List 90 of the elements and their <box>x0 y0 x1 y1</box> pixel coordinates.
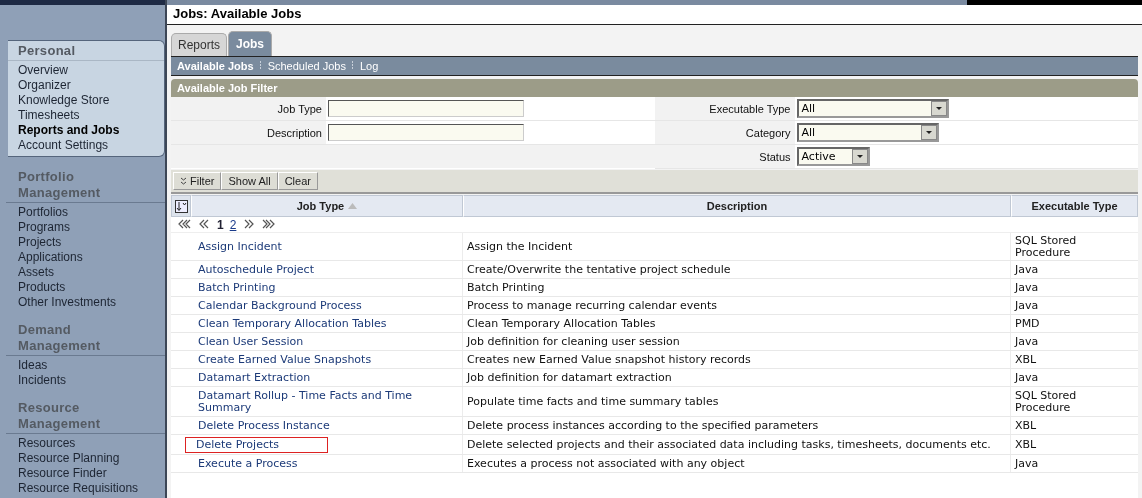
previous-page-icon[interactable] <box>197 218 211 229</box>
sidebar-link[interactable]: Resource Planning <box>6 451 165 466</box>
table-cell: Delete selected projects and their associated data including tasks, timesheets, documents etc. <box>467 439 991 451</box>
sidebar-link[interactable]: Other Investments <box>6 295 165 310</box>
toolbar-button[interactable]: Clear <box>277 172 318 190</box>
caret-icon <box>934 106 943 111</box>
table-cell: Job definition for datamart extraction <box>467 372 672 384</box>
table-cell: Java <box>1015 458 1039 470</box>
table-cell: Assign the Incident <box>467 241 573 253</box>
job-link[interactable]: Datamart Rollup - Time Facts and Time Summary <box>195 389 458 415</box>
separator-icon <box>259 61 262 69</box>
job-link[interactable]: Execute a Process <box>195 457 301 471</box>
job-link[interactable]: Assign Incident <box>195 240 285 254</box>
sidebar-link[interactable]: Resource Finder <box>6 466 165 481</box>
field-label: Executable Type <box>654 97 795 120</box>
table-cell: Executes a process not associated with any object <box>467 458 745 470</box>
job-link[interactable]: Clean User Session <box>195 335 307 349</box>
dropdown[interactable]: All <box>796 123 939 142</box>
field-label: Category <box>654 121 795 144</box>
chevron-down-icon <box>180 177 187 185</box>
caret-icon <box>855 154 864 159</box>
toolbar-button[interactable]: Filter <box>173 172 222 190</box>
table-cell-text: SQL Stored Procedure <box>1015 390 1078 414</box>
sidebar-link[interactable]: Timesheets <box>8 108 164 123</box>
filter-header: Available Job Filter <box>171 79 1138 97</box>
table-cell: Java <box>1015 336 1039 348</box>
column-header[interactable]: Description <box>463 195 1011 217</box>
sidebar-link[interactable]: Incidents <box>6 373 165 388</box>
sidebar-link[interactable]: Overview <box>8 63 164 78</box>
table-cell: Creates new Earned Value snapshot history records <box>467 354 751 366</box>
job-link[interactable]: Datamart Extraction <box>195 371 314 385</box>
table-cell: Delete process instances according to the specified parameters <box>467 420 819 432</box>
section-heading: Portfolio Management <box>6 169 165 203</box>
sidebar-link[interactable]: Ideas <box>6 358 165 373</box>
table-cell: Populate time facts and time summary tables <box>467 396 719 408</box>
job-link[interactable]: Delete Projects <box>185 437 328 453</box>
sort-arrow-icon <box>174 199 188 213</box>
job-link[interactable]: Calendar Background Process <box>195 299 365 313</box>
column-header[interactable]: Job Type <box>191 195 463 217</box>
input-field[interactable] <box>328 100 524 117</box>
column-options-button[interactable] <box>171 195 191 217</box>
sidebar-link[interactable]: Knowledge Store <box>8 93 164 108</box>
field-label: Job Type <box>171 97 326 120</box>
dropdown[interactable]: Active <box>796 147 870 166</box>
sidebar-link[interactable]: Resources <box>6 436 165 451</box>
table-cell: PMD <box>1015 318 1040 330</box>
sidebar-link[interactable]: Organizer <box>8 78 164 93</box>
sidebar-link[interactable]: Assets <box>6 265 165 280</box>
first-page-icon[interactable] <box>177 218 191 229</box>
table-cell: Java <box>1015 300 1039 312</box>
sidebar-link[interactable]: Reports and Jobs <box>8 123 164 138</box>
sidebar-link[interactable]: Programs <box>6 220 165 235</box>
table-cell: Java <box>1015 372 1039 384</box>
table-cell: Java <box>1015 264 1039 276</box>
page-link[interactable]: 2 <box>229 217 237 232</box>
section-heading: Personal <box>8 43 164 61</box>
sidebar-link[interactable]: Portfolios <box>6 205 165 220</box>
section-heading: Demand Management <box>6 322 165 356</box>
field-label: Description <box>171 121 326 144</box>
job-link[interactable]: Delete Process Instance <box>195 419 333 433</box>
toolbar-button[interactable]: Show All <box>221 172 278 190</box>
input-field[interactable] <box>328 124 524 141</box>
separator-icon <box>351 61 354 69</box>
table-cell: XBL <box>1015 354 1037 366</box>
caret-icon <box>924 130 933 135</box>
sidebar-link[interactable]: Resource Requisitions <box>6 481 165 496</box>
job-link[interactable]: Autoschedule Project <box>195 263 317 277</box>
column-header[interactable]: Executable Type <box>1011 195 1138 217</box>
table-cell: Clean Temporary Allocation Tables <box>467 318 656 330</box>
job-link[interactable]: Create Earned Value Snapshots <box>195 353 375 367</box>
field-label: Status <box>654 145 795 168</box>
table-cell: XBL <box>1015 420 1037 432</box>
dropdown[interactable]: All <box>796 99 949 118</box>
sidebar-link[interactable]: Products <box>6 280 165 295</box>
page-link[interactable]: 1 <box>217 217 224 232</box>
sidebar-link[interactable]: Projects <box>6 235 165 250</box>
sidebar-link[interactable]: Applications <box>6 250 165 265</box>
table-cell: XBL <box>1015 439 1037 451</box>
job-link[interactable]: Clean Temporary Allocation Tables <box>195 317 390 331</box>
tab[interactable]: Reports <box>171 33 228 56</box>
table-cell: Create/Overwrite the tentative project schedule <box>467 264 731 276</box>
table-cell-text: SQL Stored Procedure <box>1015 235 1078 259</box>
last-page-icon[interactable] <box>262 218 277 229</box>
section-heading: Resource Management <box>6 400 165 434</box>
table-cell: Batch Printing <box>467 282 545 294</box>
table-cell: Process to manage recurring calendar events <box>467 300 717 312</box>
job-link[interactable]: Batch Printing <box>195 281 279 295</box>
table-cell: Job definition for cleaning user session <box>467 336 680 348</box>
table-cell: Java <box>1015 282 1039 294</box>
sidebar-link[interactable]: Account Settings <box>8 138 164 153</box>
